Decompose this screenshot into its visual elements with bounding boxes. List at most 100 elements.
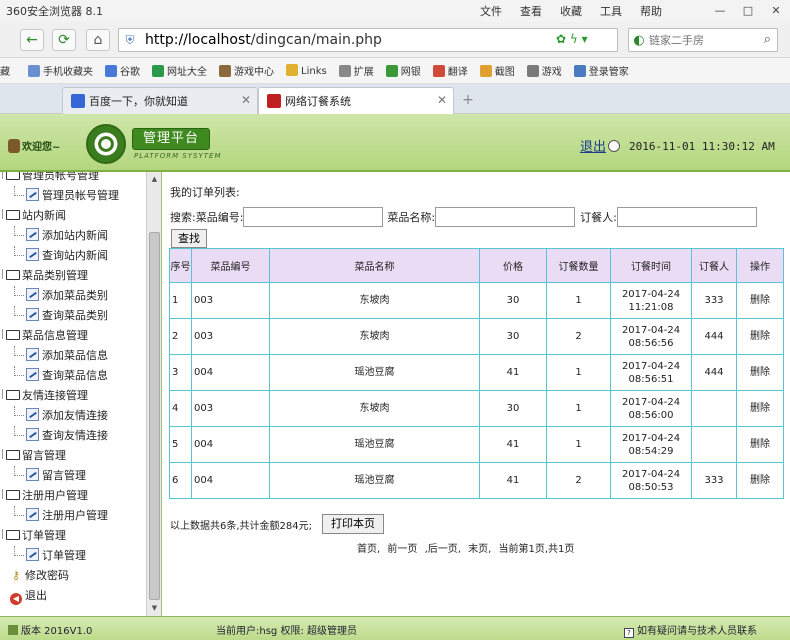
sidebar-item[interactable]: ◀ 退出 (10, 586, 47, 606)
favorite-item[interactable]: 游戏中心 (219, 63, 274, 78)
cell-dish-code: 004 (191, 462, 270, 499)
next-page-link[interactable]: ,后一页, (425, 544, 461, 555)
tree-line-icon (2, 329, 5, 339)
url-bar[interactable]: ⛨ http://localhost/dingcan/main.php (118, 28, 618, 52)
sidebar-item[interactable]: 注册用户管理 (14, 506, 108, 526)
menu-file[interactable]: 文件 (480, 3, 502, 19)
logout-link[interactable]: 退出 (580, 136, 606, 155)
favorite-item[interactable]: 翻译 (432, 63, 468, 78)
pagination: 首页, 前一页 ,后一页, 末页, 当前第1页,共1页 (357, 540, 578, 555)
sidebar-item[interactable]: 添加菜品类别 (14, 286, 108, 306)
security-shield-icon: ⛨ (125, 32, 135, 47)
print-button[interactable]: 打印本页 (322, 514, 384, 534)
favorite-item[interactable]: Links (286, 64, 327, 77)
browser-menubar: 文件 查看 收藏 工具 帮助 (480, 0, 680, 22)
edit-page-icon (26, 468, 39, 481)
browser-titlebar: 360安全浏览器 8.1 文件 查看 收藏 工具 帮助 — □ ✕ (0, 0, 790, 22)
cell-orderer: 333 (691, 282, 737, 319)
favorite-item[interactable]: 截图 (479, 63, 515, 78)
menu-favorites[interactable]: 收藏 (560, 3, 582, 19)
favorite-item[interactable]: 登录管家 (573, 63, 629, 78)
menu-tools[interactable]: 工具 (600, 3, 622, 19)
scroll-down-icon[interactable]: ▼ (147, 601, 161, 616)
folder-icon (6, 450, 20, 460)
find-button[interactable]: 查找 (171, 229, 207, 248)
minimize-icon[interactable]: — (712, 3, 728, 19)
cell-price: 30 (479, 390, 547, 427)
tree-connector-icon (14, 286, 24, 296)
favorite-item[interactable]: 手机收藏夹 (28, 63, 93, 78)
sidebar-group[interactable]: 订单管理 (2, 526, 66, 546)
edit-page-icon (26, 188, 39, 201)
delete-link[interactable]: 删除 (736, 426, 784, 463)
favorite-item[interactable]: 藏 (0, 63, 10, 78)
home-icon[interactable]: ⌂ (86, 29, 110, 51)
sidebar-item[interactable]: 留言管理 (14, 466, 86, 486)
delete-link[interactable]: 删除 (736, 462, 784, 499)
sidebar-group[interactable]: 菜品类别管理 (2, 266, 88, 286)
favorite-item[interactable]: 谷歌 (105, 63, 140, 78)
sidebar-item[interactable]: 查询友情连接 (14, 426, 108, 446)
delete-link[interactable]: 删除 (736, 318, 784, 355)
scrollbar-thumb[interactable] (149, 232, 160, 600)
favorite-item[interactable]: 扩展 (338, 63, 374, 78)
close-window-icon[interactable]: ✕ (768, 3, 784, 19)
sidebar-item[interactable]: 添加站内新闻 (14, 226, 108, 246)
tree-line-icon (2, 449, 5, 459)
first-page-link[interactable]: 首页, (357, 544, 380, 555)
sidebar-item[interactable]: 订单管理 (14, 546, 86, 566)
last-page-link[interactable]: 末页, (468, 544, 491, 555)
sidebar-item[interactable]: ⚷ 修改密码 (10, 566, 69, 586)
menu-view[interactable]: 查看 (520, 3, 542, 19)
cell-price: 41 (479, 354, 547, 391)
sidebar-group[interactable]: 留言管理 (2, 446, 66, 466)
maximize-icon[interactable]: □ (740, 3, 756, 19)
search-form: 搜索:菜品编号: 菜品名称: 订餐人: (170, 207, 757, 227)
sidebar-item[interactable]: 添加菜品信息 (14, 346, 108, 366)
favorite-item[interactable]: 网址大全 (152, 63, 207, 78)
cell-no: 2 (169, 318, 192, 355)
refresh-icon[interactable]: ⟳ (52, 29, 76, 51)
close-tab-icon[interactable]: ✕ (437, 93, 447, 107)
tree-line-icon (2, 172, 5, 179)
favorite-item[interactable]: 游戏 (526, 63, 562, 78)
favorite-item[interactable]: 网银 (385, 63, 421, 78)
folder-icon (6, 490, 20, 500)
brand-title: 管理平台 (132, 128, 210, 150)
new-tab-icon[interactable]: + (458, 91, 478, 111)
sidebar-group[interactable]: 站内新闻 (2, 206, 66, 226)
back-icon[interactable]: ← (20, 29, 44, 51)
sidebar-group[interactable]: 友情连接管理 (2, 386, 88, 406)
menu-help[interactable]: 帮助 (640, 3, 662, 19)
sidebar-tree: 管理员帐号管理 管理员帐号管理 站内新闻 添加站内新闻 查询站内新闻 菜品类别管理 添加菜品… (0, 172, 162, 616)
tab-ordering-system[interactable]: 网络订餐系统 ✕ (258, 87, 454, 114)
sidebar-item[interactable]: 添加友情连接 (14, 406, 108, 426)
sidebar-group[interactable]: 菜品信息管理 (2, 326, 88, 346)
close-tab-icon[interactable]: ✕ (241, 93, 251, 107)
sidebar-item[interactable]: 查询站内新闻 (14, 246, 108, 266)
sidebar-group[interactable]: 管理员帐号管理 (2, 172, 99, 186)
delete-link[interactable]: 删除 (736, 282, 784, 319)
speed-mode-icon[interactable]: ✿ ϟ ▾ (556, 32, 588, 46)
edit-page-icon (26, 288, 39, 301)
tab-baidu[interactable]: 百度一下，你就知道 ✕ (62, 87, 258, 114)
sidebar-item[interactable]: 查询菜品信息 (14, 366, 108, 386)
sidebar-item[interactable]: 查询菜品类别 (14, 306, 108, 326)
sidebar-scrollbar[interactable]: ▲ ▼ (146, 172, 161, 616)
prev-page-link[interactable]: 前一页 (387, 544, 417, 555)
sidebar-group[interactable]: 注册用户管理 (2, 486, 88, 506)
dish-code-input[interactable] (243, 207, 384, 227)
sidebar-item[interactable]: 管理员帐号管理 (14, 186, 119, 206)
favorite-icon (286, 64, 298, 76)
orderer-input[interactable] (616, 207, 757, 227)
delete-link[interactable]: 删除 (736, 390, 784, 427)
search-icon[interactable]: ⌕ (764, 32, 771, 47)
edit-page-icon (26, 428, 39, 441)
url-text[interactable]: http://localhost/dingcan/main.php (145, 32, 382, 48)
browser-search-input[interactable] (649, 33, 749, 47)
scroll-up-icon[interactable]: ▲ (147, 172, 161, 187)
browser-search[interactable]: ◐ ⌕ (628, 28, 778, 52)
dish-name-input[interactable] (435, 207, 576, 227)
header-datetime: 2016-11-01 11:30:12 AM (629, 140, 775, 153)
delete-link[interactable]: 删除 (736, 354, 784, 391)
